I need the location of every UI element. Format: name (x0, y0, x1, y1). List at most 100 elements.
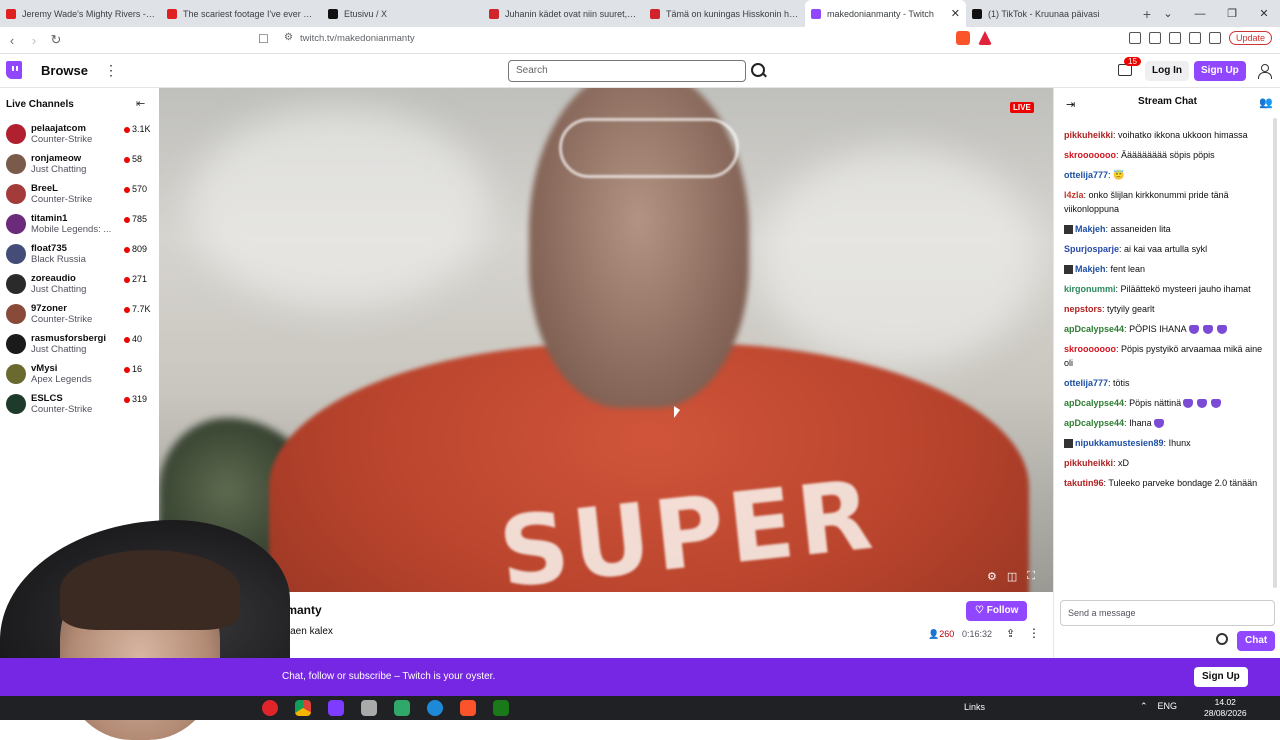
chat-username[interactable]: ottelija777 (1064, 170, 1108, 180)
chat-username[interactable]: pikkuheikki (1064, 458, 1113, 468)
brave-shield-icon[interactable] (956, 31, 970, 45)
search-input[interactable]: Search (508, 60, 746, 82)
tray-chevron-icon[interactable]: ⌃ (1140, 701, 1148, 712)
chat-username[interactable]: skrooooooo (1064, 344, 1116, 354)
chat-scrollbar[interactable] (1273, 118, 1277, 588)
browser-tab[interactable]: Tämä on kuningas Hisskonin hallitse (644, 0, 805, 27)
edge-icon[interactable] (427, 700, 443, 716)
viewer-count-value: 260 (939, 629, 955, 639)
tabs-icon[interactable] (1168, 32, 1181, 44)
chat-username[interactable]: Spurjosparje (1064, 244, 1119, 254)
video-player[interactable]: SUPER LIVE ⚙ ◫ ⛶ (159, 88, 1053, 592)
reload-icon[interactable]: ↻ (46, 32, 66, 48)
browser-tab[interactable]: (1) TikTok - Kruunaa päivasi (966, 0, 1127, 27)
chat-username[interactable]: apDcalypse44 (1064, 324, 1124, 334)
site-info-icon[interactable]: ⚙ (284, 32, 293, 43)
sidebar-channel[interactable]: BreeL Counter-Strike 570 (0, 181, 158, 211)
chat-username[interactable]: apDcalypse44 (1064, 418, 1124, 428)
tab-search-icon[interactable]: ⌄ (1152, 7, 1184, 20)
app-icon[interactable] (394, 700, 410, 716)
chat-username[interactable]: takutin96 (1064, 478, 1104, 488)
language-indicator[interactable]: ENG (1158, 701, 1178, 712)
app-icon[interactable] (361, 700, 377, 716)
collapse-sidebar-icon[interactable]: ⇤ (136, 97, 145, 110)
chat-badge-icon (1064, 439, 1073, 449)
chat-username[interactable]: pikkuheikki (1064, 130, 1113, 140)
login-button[interactable]: Log In (1145, 61, 1189, 81)
follow-button[interactable]: ♡ Follow (966, 601, 1028, 621)
forward-icon[interactable]: › (24, 33, 44, 48)
user-menu-icon[interactable] (1258, 64, 1272, 79)
maximize-button[interactable]: ❐ (1216, 7, 1248, 20)
play-icon[interactable] (493, 700, 509, 716)
minimize-button[interactable]: — (1184, 8, 1216, 20)
sidebar-channel[interactable]: pelaajatcom Counter-Strike 3.1K (0, 121, 158, 151)
theatre-mode-icon[interactable]: ◫ (1007, 570, 1017, 583)
close-window-button[interactable]: ✕ (1248, 7, 1280, 20)
browse-link[interactable]: Browse (41, 63, 88, 78)
leo-icon[interactable] (1188, 32, 1201, 44)
tab-favicon-icon (489, 8, 499, 19)
chat-message: apDcalypse44: PÖPIS IHANA (1064, 322, 1272, 336)
settings-icon[interactable]: ⚙ (987, 570, 997, 583)
browser-tab[interactable]: The scariest footage I've ever seen (161, 0, 322, 27)
fullscreen-icon[interactable]: ⛶ (1027, 570, 1035, 583)
sidebar-channel[interactable]: 97zoner Counter-Strike 7.7K (0, 301, 158, 331)
chat-username[interactable]: skrooooooo (1064, 150, 1116, 160)
taskbar-apps (262, 700, 509, 716)
chat-text: assaneiden lita (1110, 224, 1171, 234)
channel-avatar (6, 274, 26, 294)
update-button[interactable]: Update (1228, 31, 1272, 45)
close-tab-icon[interactable]: ✕ (951, 7, 960, 20)
chat-text: Äääääääää söpis pöpis (1121, 150, 1215, 160)
clock[interactable]: 14.02 28/08/2026 (1204, 697, 1247, 719)
chat-username[interactable]: kirgonummi (1064, 284, 1116, 294)
chat-username[interactable]: ottelija777 (1064, 378, 1108, 388)
chat-input[interactable]: Send a message (1060, 600, 1275, 626)
sidebar-channel[interactable]: float735 Black Russia 809 (0, 241, 158, 271)
sidebar-channel[interactable]: rasmusforsbergi Just Chatting 40 (0, 331, 158, 361)
chat-message: apDcalypse44: Pöpis nättinä (1064, 396, 1272, 410)
chrome-icon[interactable] (295, 700, 311, 716)
browser-tab[interactable]: Juhanin kädet ovat niin suuret, että (483, 0, 644, 27)
sidebar-channel[interactable]: ronjameow Just Chatting 58 (0, 151, 158, 181)
sidebar-icon[interactable] (1148, 32, 1161, 44)
share-icon[interactable]: ⇪ (1006, 627, 1015, 640)
banner-signup-button[interactable]: Sign Up (1194, 667, 1248, 687)
media-icon[interactable] (1128, 32, 1141, 44)
more-options-icon[interactable]: ⋮ (1028, 626, 1040, 640)
browser-tab[interactable]: Etusivu / X (322, 0, 483, 27)
chat-username[interactable]: Makjeh (1075, 264, 1106, 274)
browser-tab[interactable]: makedonianmanty - Twitch ✕ (805, 0, 966, 27)
twitch-logo-icon[interactable] (6, 61, 22, 79)
sidebar-channel[interactable]: ESLCS Counter-Strike 319 (0, 391, 158, 421)
back-icon[interactable]: ‹ (2, 33, 22, 48)
chat-username[interactable]: nipukkamustesien89 (1075, 438, 1164, 448)
opera-icon[interactable] (262, 700, 278, 716)
sidebar-channel[interactable]: vMysi Apex Legends 16 (0, 361, 158, 391)
sidebar-channel[interactable]: titamin1 Mobile Legends: ... 785 (0, 211, 158, 241)
vpn-icon[interactable] (1208, 32, 1221, 44)
sidebar-channel[interactable]: zoreaudio Just Chatting 271 (0, 271, 158, 301)
chat-settings-icon[interactable] (1216, 633, 1228, 645)
tab-title: Juhanin kädet ovat niin suuret, että (505, 8, 638, 19)
browser-tab[interactable]: Jeremy Wade's Mighty Rivers - Full (0, 0, 161, 27)
taskbar-links[interactable]: Links (964, 702, 985, 712)
chat-send-button[interactable]: Chat (1237, 631, 1276, 651)
chat-users-icon[interactable]: 👥 (1259, 96, 1273, 109)
brave-icon[interactable] (460, 700, 476, 716)
more-menu-icon[interactable]: ⋮ (104, 62, 118, 79)
bookmark-icon[interactable]: ☐ (258, 32, 269, 46)
chat-username[interactable]: apDcalypse44 (1064, 398, 1124, 408)
twitch-app-icon[interactable] (328, 700, 344, 716)
url-field[interactable]: twitch.tv/makedonianmanty (300, 33, 415, 44)
chat-username[interactable]: nepstors (1064, 304, 1102, 314)
signup-button[interactable]: Sign Up (1194, 61, 1246, 81)
search-icon[interactable] (748, 60, 768, 82)
sky-cloud (189, 108, 489, 308)
chat-text: xD (1118, 458, 1130, 468)
chat-username[interactable]: Makjeh (1075, 224, 1106, 234)
brave-rewards-icon[interactable] (978, 31, 992, 45)
chat-username[interactable]: l4zla (1064, 190, 1084, 200)
banner-text: Chat, follow or subscribe – Twitch is yo… (282, 671, 496, 682)
